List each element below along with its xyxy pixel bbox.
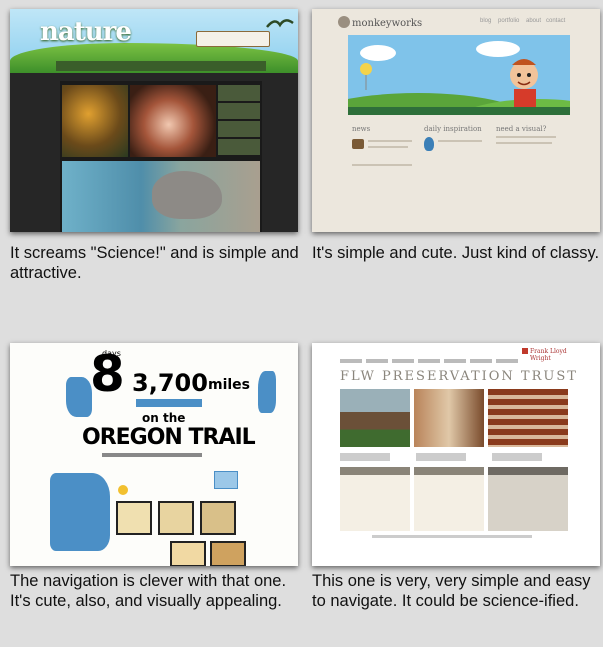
nature-nav-bar [56,61,266,71]
flw-screenshot[interactable]: Frank Lloyd Wright FLW PRESERVATION TRUS… [312,343,600,566]
flw-logo-line: Wright [530,355,551,362]
flw-caption-lines [340,453,568,461]
monkeyworks-text-line [496,142,552,144]
monkeyworks-nav-portfolio[interactable]: portfolio [498,18,519,24]
oregon-tagline [102,453,202,457]
flw-photo-building [488,389,568,447]
nature-photo-fish [130,85,216,157]
monkeyworks-label-news: news [352,125,371,133]
monkeyworks-label-daily-inspiration: daily inspiration [424,125,482,133]
monkeyworks-bird-icon [424,137,434,151]
flw-footer [372,535,532,538]
monkeyworks-logo: monkeyworks [352,18,423,29]
oregon-on-the-label: on the [142,411,186,425]
oregon-book-icon [214,471,238,489]
monkeyworks-text-line [496,136,556,138]
oregon-nav-thumb[interactable] [210,541,246,566]
nature-screenshot[interactable]: nature [10,9,298,232]
oregon-nav-thumb[interactable] [170,541,206,566]
oregon-sun-icon [118,485,128,495]
oregon-trail-title: OREGON TRAIL [82,425,256,450]
flw-photo-interior [414,389,484,447]
nature-search-box [196,31,270,47]
flw-logo: Frank Lloyd Wright [530,348,567,362]
flw-events-box[interactable] [488,467,568,531]
oregon-nav-thumb[interactable] [158,501,194,535]
monkeyworks-label-need-a-visual: need a visual? [496,125,547,133]
monkeyworks-text-line [368,146,408,148]
caption-monkeyworks: It's simple and cute. Just kind of class… [312,244,600,262]
monkeyworks-news-icon [352,139,364,149]
monkeyworks-text-line [368,140,412,142]
oregon-nav-thumb[interactable] [116,501,152,535]
monkeyworks-nav-blog[interactable]: blog [480,18,491,24]
nature-content-panel [60,81,262,232]
oregon-days-label: days [102,349,121,358]
oregon-blue-map-left [66,377,92,417]
screenshot-root: { "thumbnails": [ { "site": "nature", "c… [0,0,603,647]
caption-nature: It screams "Science!" and is simple and … [10,244,299,282]
caption-flw: This one is very, very simple and easy t… [312,572,591,610]
monkeyworks-hero-art [348,35,570,115]
flw-photo-house [340,389,410,447]
oregon-state-map [50,473,110,551]
flw-shop-box[interactable] [340,467,410,531]
oregon-subtitle-strip [136,399,202,407]
caption-oregon-trail: The navigation is clever with that one. … [10,572,287,610]
monkeyworks-nav-contact[interactable]: contact [546,18,565,24]
flw-logo-square [522,348,528,354]
monkeyworks-nav-about[interactable]: about [526,18,541,24]
oregon-distance-number: 3,700 [132,369,208,397]
oregon-miles-label: miles [208,377,251,393]
monkeyworks-footer-line [352,164,412,166]
flw-top-nav [340,359,520,363]
oregon-blue-map-right [258,371,276,413]
flw-logo-line: Frank Lloyd [530,348,567,355]
oregon-nav-thumb[interactable] [200,501,236,535]
flw-wright-plus-box[interactable] [414,467,484,531]
monkeyworks-logo-icon [338,16,350,28]
nature-sidebar-thumbs [218,85,260,157]
monkeyworks-screenshot[interactable]: monkeyworks blog portfolio about contact [312,9,600,232]
monkeyworks-text-line [438,140,482,142]
nature-photo-insects [62,85,128,157]
oregon-trail-screenshot[interactable]: 8 days 3,700 miles on the OREGON TRAIL [10,343,298,566]
monkeyworks-hero-illustration [348,35,570,115]
flw-title: FLW PRESERVATION TRUST [340,369,578,384]
nature-logo: nature [40,17,132,47]
